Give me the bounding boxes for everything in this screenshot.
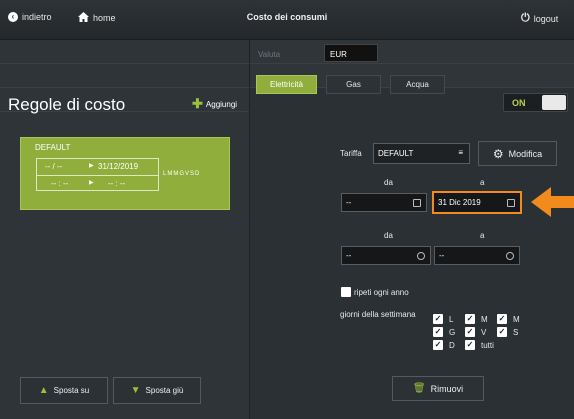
calendar-icon bbox=[507, 199, 515, 207]
rules-panel: Regole di costo ✚ Aggiungi DEFAULT -- / … bbox=[0, 40, 250, 419]
time-from-label: da bbox=[384, 231, 393, 240]
date-to-field[interactable]: 31 Dic 2019 bbox=[432, 191, 522, 214]
rule-date-arrow-icon: ▶ bbox=[89, 163, 94, 169]
move-down-button[interactable]: ▼ Sposta giù bbox=[113, 377, 201, 404]
day-checkbox-m1[interactable]: ✓ bbox=[465, 314, 475, 324]
rule-time-arrow-icon: ▶ bbox=[89, 180, 94, 186]
calendar-icon bbox=[413, 199, 421, 207]
list-icon: ≡ bbox=[458, 148, 463, 157]
day-label-v: V bbox=[481, 328, 487, 337]
day-label-all: tutti bbox=[481, 341, 494, 350]
rules-title: Regole di costo bbox=[8, 95, 126, 114]
day-checkbox-m2[interactable]: ✓ bbox=[497, 314, 507, 324]
toggle-knob bbox=[542, 95, 566, 110]
tariff-select[interactable]: DEFAULT ≡ bbox=[373, 143, 470, 164]
top-bar: ‹ indietro home Costo dei consumi ⏻ logo… bbox=[0, 0, 574, 40]
rule-date-to: 31/12/2019 bbox=[98, 162, 139, 171]
plus-icon: ✚ bbox=[192, 96, 203, 111]
day-checkbox-l[interactable]: ✓ bbox=[433, 314, 443, 324]
rule-time-from: -- : -- bbox=[51, 179, 69, 188]
day-label-m1: M bbox=[481, 315, 488, 324]
tab-elettricita[interactable]: Elettricità bbox=[256, 75, 317, 94]
day-checkbox-d[interactable]: ✓ bbox=[433, 340, 443, 350]
move-down-label: Sposta giù bbox=[145, 386, 184, 395]
edit-label: Modifica bbox=[508, 148, 543, 159]
gear-icon: ⚙ bbox=[492, 146, 504, 161]
day-checkbox-v[interactable]: ✓ bbox=[465, 327, 475, 337]
add-rule-button[interactable]: ✚ Aggiungi bbox=[192, 96, 238, 111]
tariff-label: Tariffa bbox=[340, 149, 362, 158]
day-label-g: G bbox=[449, 328, 456, 337]
day-checkbox-g[interactable]: ✓ bbox=[433, 327, 443, 337]
arrow-up-icon: ▲ bbox=[38, 385, 49, 396]
move-up-button[interactable]: ▲ Sposta su bbox=[20, 377, 108, 404]
clock-icon bbox=[506, 252, 514, 260]
move-up-label: Sposta su bbox=[53, 386, 90, 395]
rule-date-from: -- / -- bbox=[45, 162, 63, 171]
currency-value[interactable]: EUR bbox=[324, 44, 378, 62]
day-label-s: S bbox=[513, 328, 519, 337]
remove-label: Rimuovi bbox=[430, 383, 464, 394]
header-stripe bbox=[250, 40, 574, 64]
date-from-label: da bbox=[384, 178, 393, 187]
time-from-field[interactable]: -- bbox=[341, 246, 431, 265]
tab-gas[interactable]: Gas bbox=[326, 75, 381, 94]
time-to-value: -- bbox=[439, 251, 445, 260]
arrow-down-icon: ▼ bbox=[130, 385, 141, 396]
day-label-d: D bbox=[449, 341, 455, 350]
tariff-value: DEFAULT bbox=[378, 149, 414, 158]
logout-label: logout bbox=[533, 13, 559, 24]
repeat-checkbox[interactable] bbox=[341, 287, 351, 297]
trash-icon: 🗑 bbox=[412, 383, 426, 394]
repeat-label: ripeti ogni anno bbox=[354, 288, 409, 297]
rule-name: DEFAULT bbox=[35, 143, 71, 152]
add-rule-label: Aggiungi bbox=[205, 99, 238, 109]
tab-acqua[interactable]: Acqua bbox=[390, 75, 445, 94]
rule-date-box: -- / -- ▶ 31/12/2019 -- : -- ▶ -- : -- bbox=[36, 158, 159, 191]
day-checkbox-all[interactable]: ✓ bbox=[465, 340, 475, 350]
edit-button[interactable]: ⚙ Modifica bbox=[478, 141, 557, 166]
days-label: giorni della settimana bbox=[340, 310, 416, 319]
rule-time-to: -- : -- bbox=[108, 179, 126, 188]
time-to-field[interactable]: -- bbox=[434, 246, 520, 265]
day-label-l: L bbox=[449, 315, 454, 324]
toggle-label: ON bbox=[512, 98, 526, 108]
date-from-field[interactable]: -- bbox=[341, 193, 427, 212]
day-label-m2: M bbox=[513, 315, 520, 324]
logout-button[interactable]: ⏻ logout bbox=[521, 12, 558, 25]
highlight-arrow-icon bbox=[531, 187, 574, 217]
time-from-value: -- bbox=[346, 251, 352, 260]
date-to-value: 31 Dic 2019 bbox=[438, 198, 481, 207]
clock-icon bbox=[417, 252, 425, 260]
remove-button[interactable]: 🗑 Rimuovi bbox=[392, 376, 484, 401]
power-icon: ⏻ bbox=[521, 12, 530, 24]
enable-toggle[interactable]: ON bbox=[503, 93, 568, 112]
date-from-value: -- bbox=[346, 198, 352, 207]
date-to-label: a bbox=[480, 178, 485, 187]
rule-card[interactable]: DEFAULT -- / -- ▶ 31/12/2019 -- : -- ▶ -… bbox=[20, 137, 230, 210]
currency-label: Valuta bbox=[258, 50, 281, 59]
day-checkbox-s[interactable]: ✓ bbox=[497, 327, 507, 337]
time-to-label: a bbox=[480, 231, 485, 240]
rule-days: LMMGVSD bbox=[163, 171, 201, 177]
page-title: Costo dei consumi bbox=[246, 12, 328, 22]
